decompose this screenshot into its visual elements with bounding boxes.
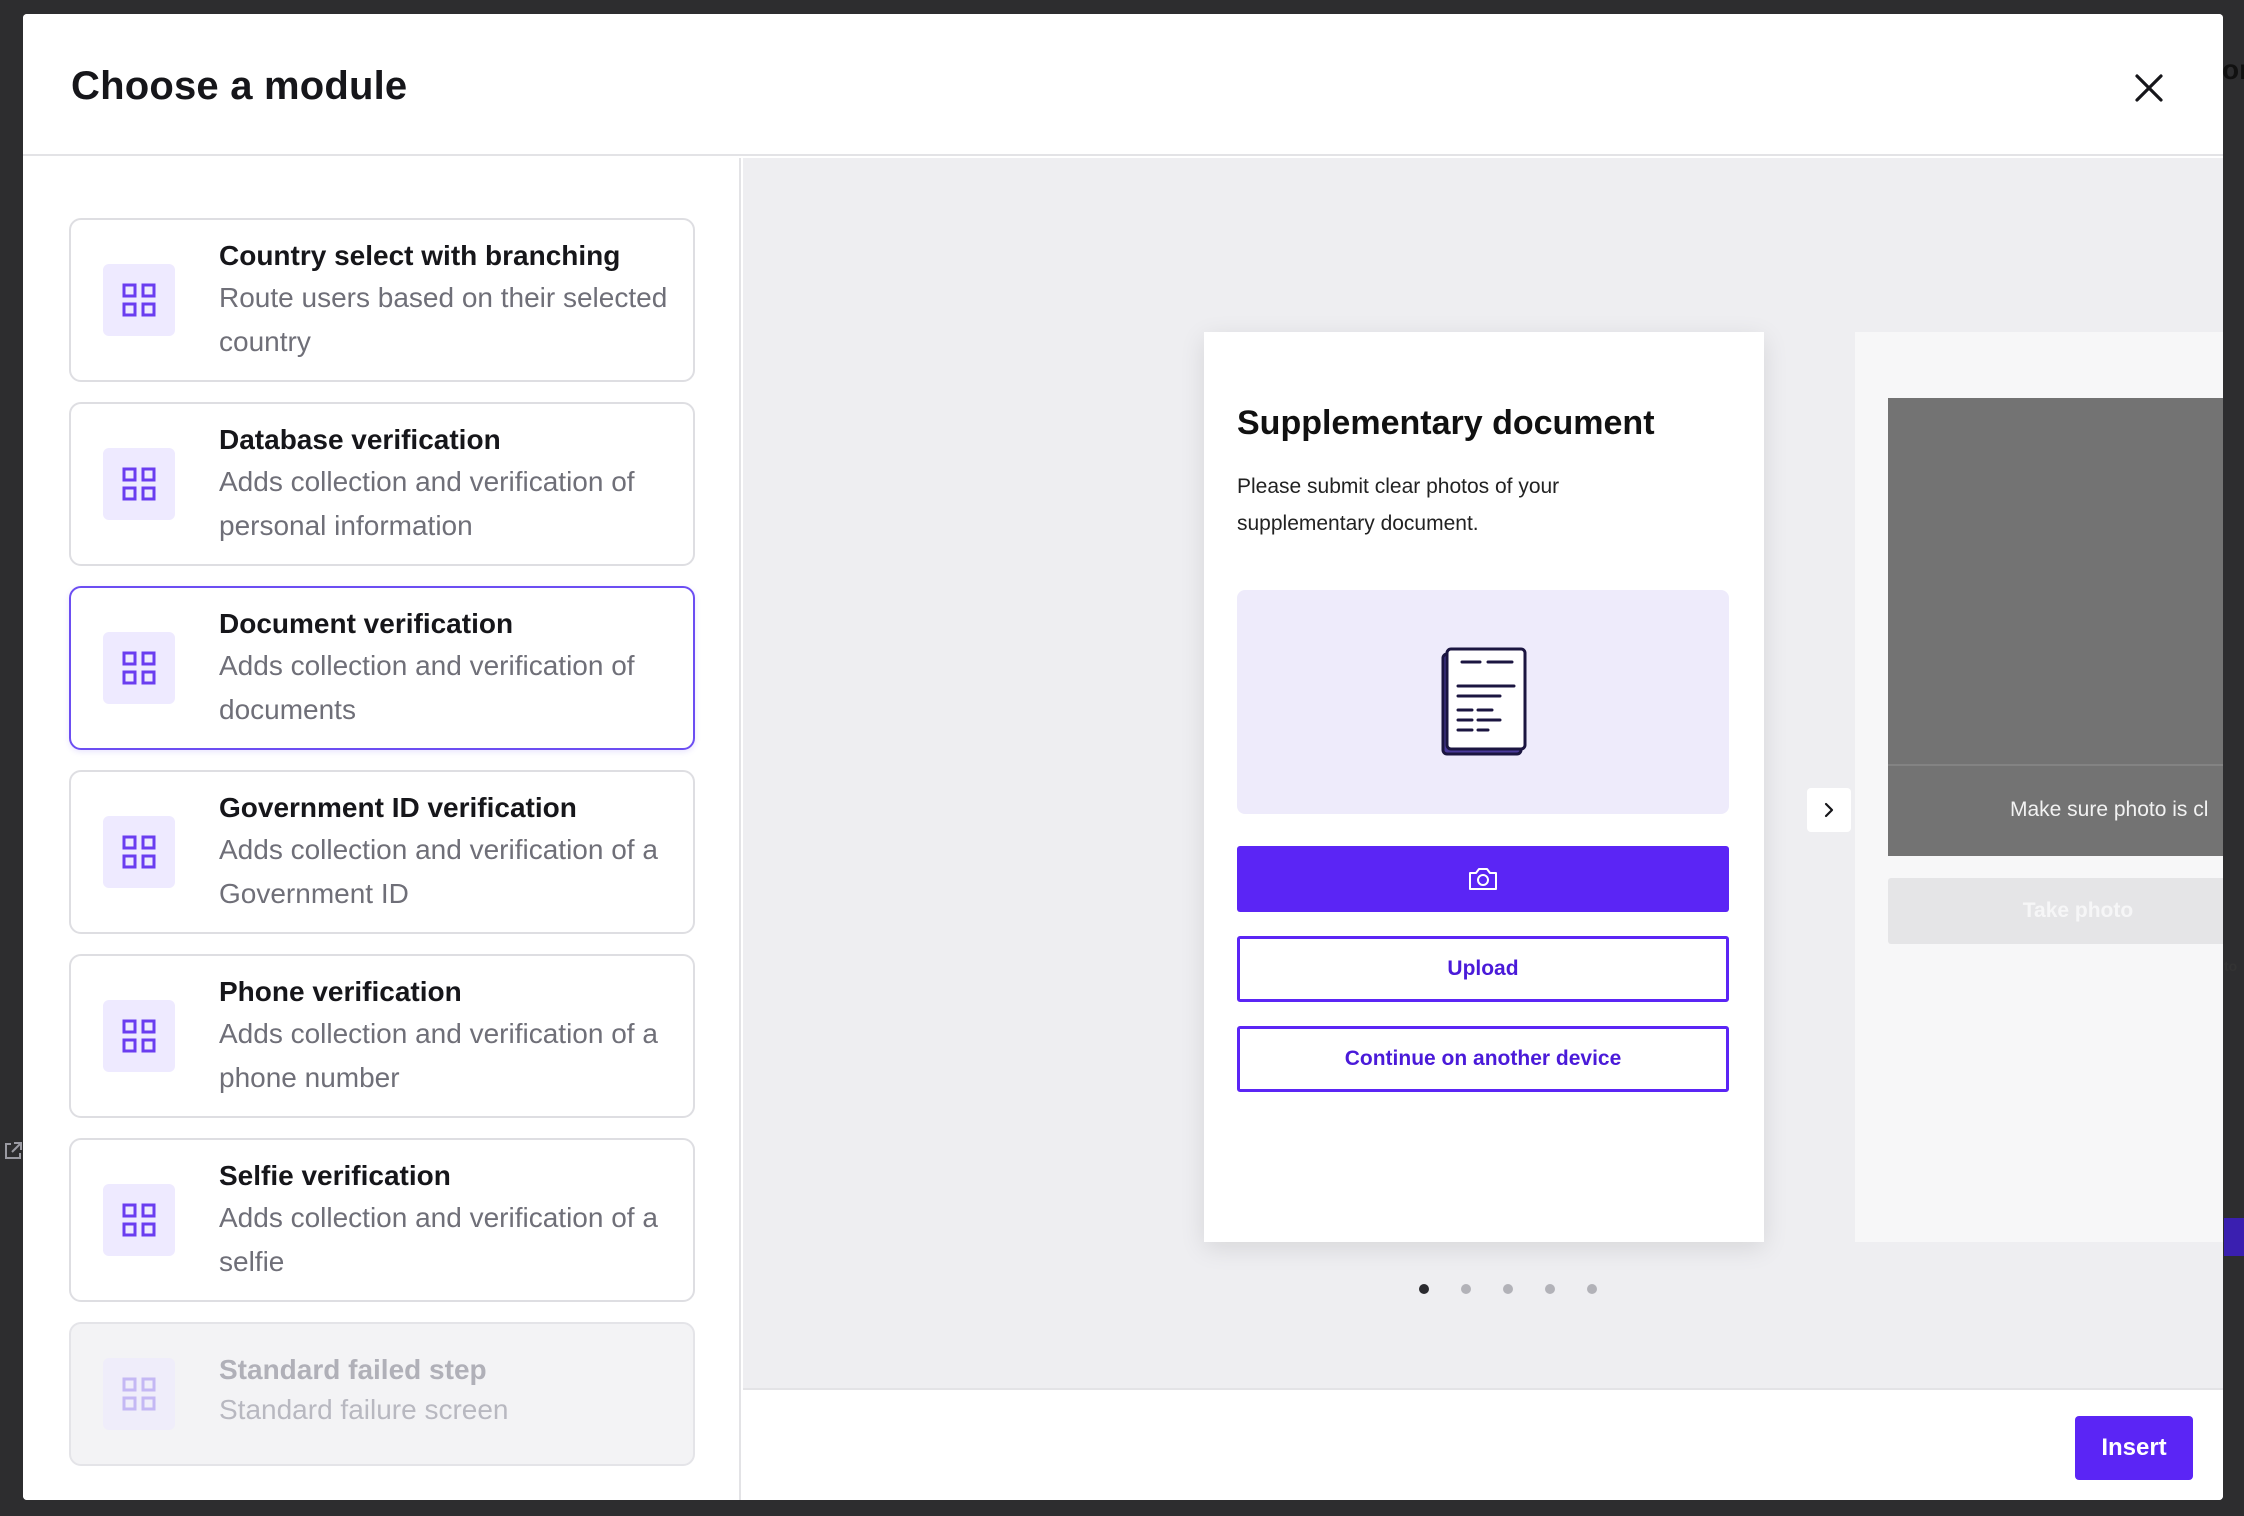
take-photo-button[interactable] bbox=[1237, 846, 1729, 912]
document-icon bbox=[1441, 647, 1527, 756]
take-photo-disabled-button: Take photo bbox=[1888, 878, 2223, 944]
carousel-dot[interactable] bbox=[1461, 1284, 1471, 1294]
module-title: Database verification bbox=[219, 424, 501, 455]
modal-header: Choose a module bbox=[23, 14, 2223, 156]
carousel-dot[interactable] bbox=[1419, 1284, 1429, 1294]
module-title: Document verification bbox=[219, 608, 514, 639]
module-card-standard-failed-step: Standard failed step Standard failure sc… bbox=[69, 1322, 695, 1466]
choose-module-modal: Choose a module Country select with bran… bbox=[23, 14, 2223, 1500]
grid-icon bbox=[103, 816, 175, 888]
module-description: Route users based on their selected coun… bbox=[219, 282, 668, 357]
grid-icon bbox=[103, 1000, 175, 1072]
module-description: Adds collection and verification of a Go… bbox=[219, 834, 658, 909]
module-preview: Supplementary document Please submit cle… bbox=[743, 158, 2223, 1388]
module-card-phone-verification[interactable]: Phone verification Adds collection and v… bbox=[69, 954, 695, 1118]
modal-footer: Insert bbox=[743, 1388, 2223, 1500]
camera-viewfinder: Make sure photo is cl bbox=[1888, 398, 2223, 856]
carousel-dots bbox=[1419, 1284, 1597, 1294]
carousel-dot[interactable] bbox=[1503, 1284, 1513, 1294]
grid-icon bbox=[103, 632, 175, 704]
carousel-dot[interactable] bbox=[1587, 1284, 1597, 1294]
modal-title: Choose a module bbox=[71, 64, 408, 108]
preview-description: Please submit clear photos of your suppl… bbox=[1237, 475, 1560, 535]
module-description: Adds collection and verification of a ph… bbox=[219, 1018, 658, 1093]
background-edge-text-small: to bbox=[2224, 958, 2238, 974]
external-link-icon bbox=[5, 1142, 22, 1159]
grid-icon bbox=[103, 264, 175, 336]
module-card-country-select[interactable]: Country select with branching Route user… bbox=[69, 218, 695, 382]
background-edge-text: on bbox=[2222, 54, 2244, 85]
chevron-right-icon bbox=[1824, 802, 1834, 818]
grid-icon bbox=[103, 1184, 175, 1256]
module-card-government-id-verification[interactable]: Government ID verification Adds collecti… bbox=[69, 770, 695, 934]
preview-screen-camera: Make sure photo is cl Take photo bbox=[1855, 332, 2223, 1242]
module-card-document-verification[interactable]: Document verification Adds collection an… bbox=[69, 586, 695, 750]
document-illustration bbox=[1237, 590, 1729, 814]
module-title: Selfie verification bbox=[219, 1160, 451, 1191]
close-icon[interactable] bbox=[2127, 66, 2171, 110]
grid-icon bbox=[103, 448, 175, 520]
module-title: Standard failed step bbox=[219, 1354, 487, 1385]
module-description: Adds collection and verification of a se… bbox=[219, 1202, 658, 1277]
module-card-selfie-verification[interactable]: Selfie verification Adds collection and … bbox=[69, 1138, 695, 1302]
insert-button[interactable]: Insert bbox=[2075, 1416, 2193, 1480]
module-title: Country select with branching bbox=[219, 240, 621, 271]
module-card-database-verification[interactable]: Database verification Adds collection an… bbox=[69, 402, 695, 566]
upload-button[interactable]: Upload bbox=[1237, 936, 1729, 1002]
module-list: Country select with branching Route user… bbox=[23, 158, 741, 1500]
carousel-dot[interactable] bbox=[1545, 1284, 1555, 1294]
grid-icon bbox=[103, 1358, 175, 1430]
carousel-next-button[interactable] bbox=[1807, 788, 1851, 832]
background-edge-bar bbox=[2224, 1218, 2244, 1256]
module-description: Standard failure screen bbox=[219, 1394, 509, 1425]
continue-on-another-device-button[interactable]: Continue on another device bbox=[1237, 1026, 1729, 1092]
preview-title: Supplementary document bbox=[1237, 404, 1655, 442]
module-title: Government ID verification bbox=[219, 792, 577, 823]
camera-hint: Make sure photo is cl bbox=[2010, 798, 2209, 821]
module-title: Phone verification bbox=[219, 976, 462, 1007]
module-description: Adds collection and verification of pers… bbox=[219, 466, 635, 541]
preview-screen-supplementary-document: Supplementary document Please submit cle… bbox=[1204, 332, 1764, 1242]
camera-divider bbox=[1888, 764, 2223, 766]
module-description: Adds collection and verification of docu… bbox=[219, 650, 635, 725]
camera-icon bbox=[1469, 868, 1497, 890]
